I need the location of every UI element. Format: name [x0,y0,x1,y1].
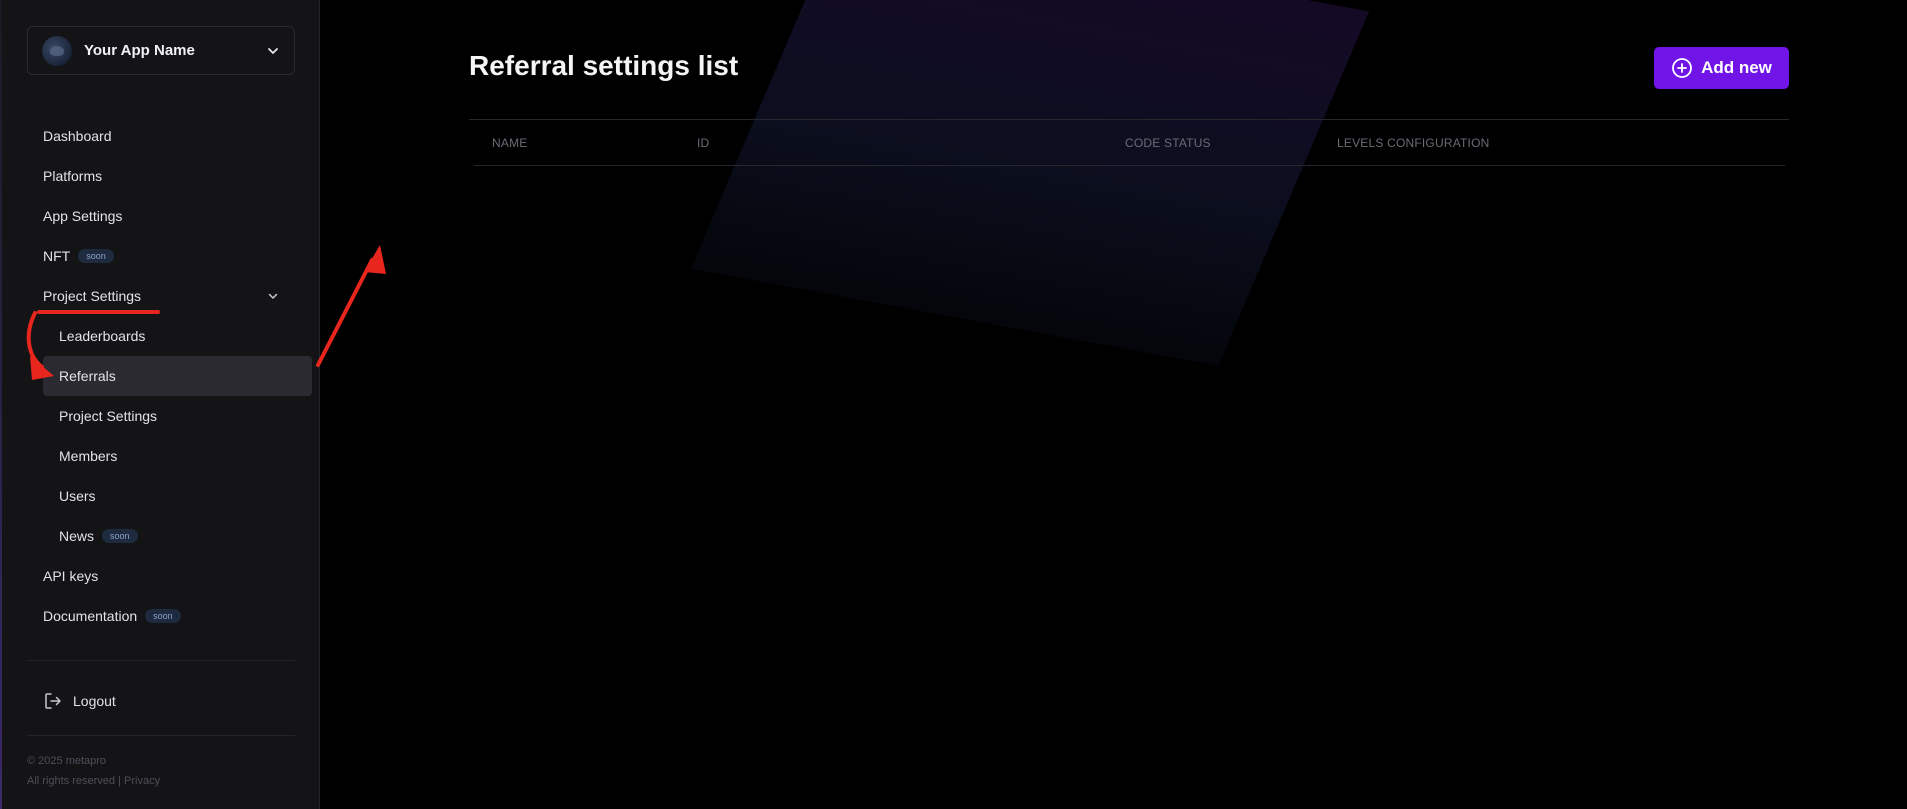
soon-badge: soon [102,529,138,543]
sidebar-item-project-settings[interactable]: Project Settings [27,276,312,316]
soon-badge: soon [145,609,181,623]
chevron-down-icon [268,47,278,54]
sidebar-item-news[interactable]: News soon [27,516,312,556]
background-glow [690,0,1370,366]
sidebar-item-project-settings-sub[interactable]: Project Settings [27,396,312,436]
sidebar-item-label: News [59,528,95,544]
plus-circle-icon [1672,58,1692,78]
sidebar-divider [27,735,295,736]
copyright-text: © 2025 metapro [27,755,107,767]
chevron-down-icon [268,293,278,299]
sidebar-item-label: API keys [43,568,99,584]
sidebar-item-platforms[interactable]: Platforms [27,156,312,196]
logout-button[interactable]: Logout [43,689,116,713]
privacy-link[interactable]: Privacy [124,775,160,787]
rights-text: All rights reserved | [27,775,121,787]
sidebar-footer: © 2025 metapro All rights reserved | Pri… [27,751,160,791]
sidebar-item-label: Project Settings [59,408,158,424]
column-header-levels-configuration: LEVELS CONFIGURATION [1337,136,1490,150]
sidebar-divider [27,660,295,661]
sidebar-item-label: Project Settings [43,288,142,304]
sidebar-item-label: App Settings [43,208,123,224]
page-title: Referral settings list [469,50,739,81]
soon-badge: soon [78,249,114,263]
column-header-code-status: CODE STATUS [1125,136,1211,150]
table-header: NAME ID CODE STATUS LEVELS CONFIGURATION [474,120,1785,166]
sidebar-item-label: Referrals [59,368,116,384]
sidebar-item-dashboard[interactable]: Dashboard [27,116,312,156]
column-header-id: ID [697,136,710,150]
sidebar-item-label: Members [59,448,118,464]
rights-line: All rights reserved | Privacy [27,771,160,791]
main-content: Referral settings list Add new NAME ID C… [320,0,1907,809]
sidebar-item-label: Dashboard [43,128,112,144]
sidebar-item-members[interactable]: Members [27,436,312,476]
app-name: Your App Name [84,42,195,59]
sidebar-item-label: Documentation [43,608,138,624]
sidebar-item-label: Users [59,488,96,504]
sidebar-nav: Dashboard Platforms App Settings NFT soo… [27,116,312,636]
app-avatar [42,35,72,66]
add-new-button[interactable]: Add new [1654,47,1789,89]
sidebar: Your App Name Dashboard Platforms App Se… [0,0,320,809]
sidebar-item-label: Platforms [43,168,103,184]
logout-icon [45,693,61,709]
app-switcher[interactable]: Your App Name [27,26,295,75]
sidebar-item-documentation[interactable]: Documentation soon [27,596,312,636]
sidebar-item-label: NFT [43,248,71,264]
sidebar-item-referrals[interactable]: Referrals [43,356,312,396]
sidebar-item-app-settings[interactable]: App Settings [27,196,312,236]
column-header-name: NAME [492,136,528,150]
sidebar-edge [0,0,2,809]
sidebar-item-users[interactable]: Users [27,476,312,516]
sidebar-item-label: Leaderboards [59,328,146,344]
sidebar-item-leaderboards[interactable]: Leaderboards [27,316,312,356]
sidebar-item-nft[interactable]: NFT soon [27,236,312,276]
add-new-label: Add new [1701,58,1772,77]
sidebar-item-api-keys[interactable]: API keys [27,556,312,596]
logout-label: Logout [73,693,116,709]
